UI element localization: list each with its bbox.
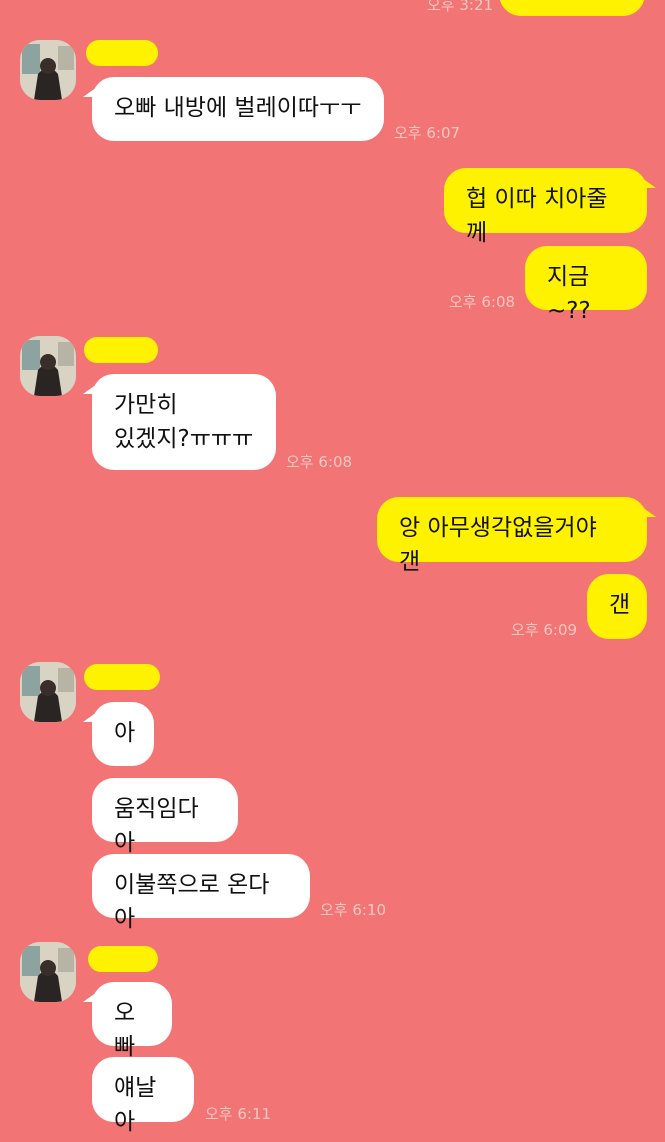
timestamp: 오후 3:21	[427, 0, 494, 14]
sender-name	[84, 664, 160, 690]
timestamp: 오후 6:09	[511, 621, 578, 639]
sent-bubble[interactable]: 헙 이따 치아줄께	[444, 168, 656, 246]
profile-photo	[20, 40, 76, 100]
profile-photo	[20, 336, 76, 396]
sent-bubble[interactable]: 갠	[587, 574, 647, 639]
received-bubble[interactable]: 아	[83, 702, 154, 766]
received-bubble[interactable]: 얘날아	[92, 1057, 194, 1135]
timestamp: 오후 6:07	[394, 124, 461, 142]
sent-bubble[interactable]: 앙 아무생각없을거야 갠	[377, 497, 656, 575]
received-bubble[interactable]: 가만히 있겠지?ㅠㅠㅠ	[83, 374, 276, 470]
sent-bubble[interactable]	[499, 0, 645, 16]
sender-name	[86, 40, 158, 66]
timestamp: 오후 6:10	[320, 901, 387, 919]
avatar[interactable]	[20, 336, 76, 396]
timestamp: 오후 6:08	[449, 293, 516, 311]
avatar[interactable]	[20, 942, 76, 1002]
profile-photo	[20, 662, 76, 722]
sender-name	[84, 337, 158, 363]
received-bubble[interactable]: 이불쪽으로 온다아	[92, 854, 310, 932]
sender-name	[88, 946, 158, 972]
sent-bubble[interactable]: 지금~??	[525, 246, 647, 324]
timestamp: 오후 6:11	[205, 1105, 272, 1123]
received-bubble[interactable]: 오빠 내방에 벌레이따ㅜㅜ	[83, 77, 384, 141]
avatar[interactable]	[20, 40, 76, 100]
received-bubble[interactable]: 오빠	[83, 982, 172, 1060]
avatar[interactable]	[20, 662, 76, 722]
timestamp: 오후 6:08	[286, 453, 353, 471]
profile-photo	[20, 942, 76, 1002]
received-bubble[interactable]: 움직임다아	[92, 778, 238, 856]
